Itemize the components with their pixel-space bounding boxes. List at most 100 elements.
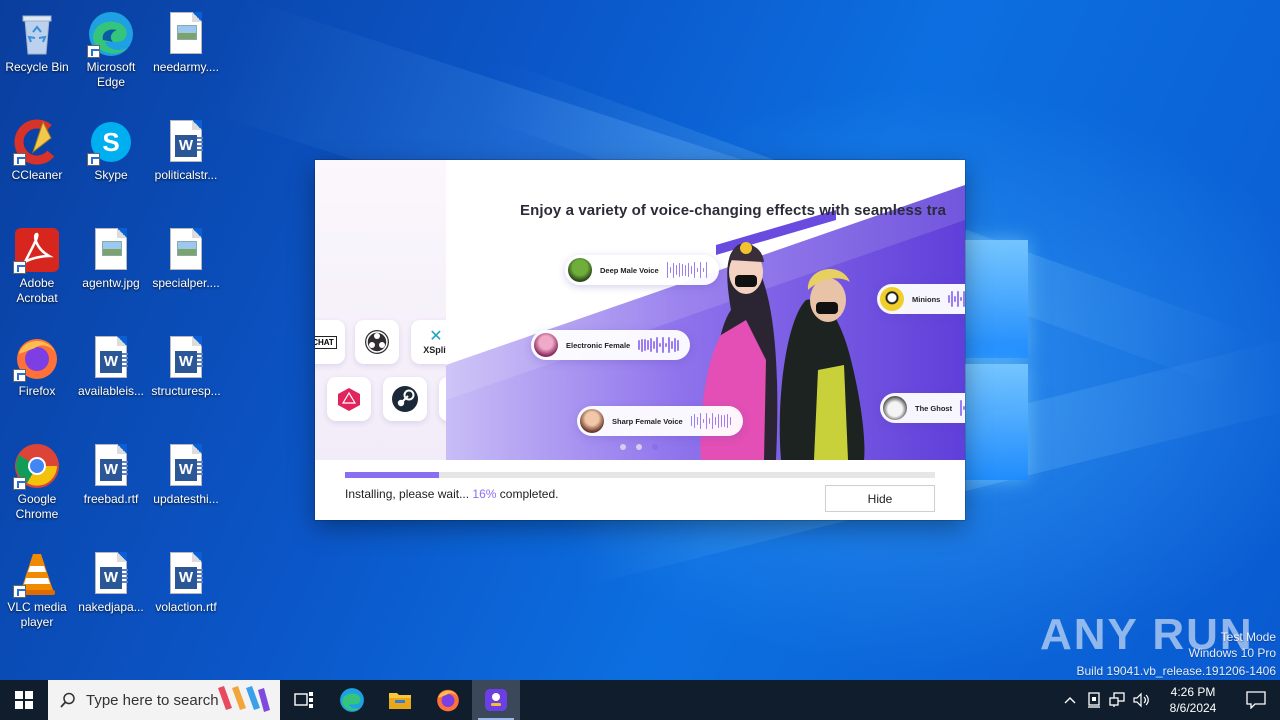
installer-window: CHAT ✕ XSplit [315,160,965,520]
device-icon [1088,692,1100,708]
desktop-icon-structuresp[interactable]: W structuresp... [149,328,223,428]
windows-logo-wallpaper [962,240,1028,480]
search-placeholder: Type here to search [86,691,219,709]
icon-label: Google Chrome [15,492,59,521]
image-file-icon [162,10,210,58]
minion-avatar-icon [880,287,904,311]
waveform-bar [696,267,699,273]
ccleaner-icon [13,118,61,166]
d20-icon [327,377,371,421]
waveform-bar [705,262,708,278]
steam-icon [383,377,427,421]
taskbar-file-explorer[interactable] [376,680,424,720]
carousel-dot[interactable] [636,444,642,450]
status-percent: 16% [472,487,497,501]
waveform-bar [672,262,675,278]
icon-label: updatesthi... [153,492,219,506]
waveform-bar [960,400,962,416]
desktop-icon-updatesthi[interactable]: W updatesthi... [149,436,223,536]
icon-label: Adobe Acrobat [16,276,58,305]
network-icon [1109,692,1125,707]
taskbar-search-box[interactable]: Type here to search [48,680,280,720]
waveform-icon [690,412,733,430]
waveform-bar [729,416,732,426]
os-edition-text: Windows 10 Pro [1188,646,1276,660]
task-view-button[interactable] [280,680,328,720]
carousel-dots [620,444,668,450]
icon-label: VLC media player [7,600,67,629]
waveform-bar [671,340,673,350]
desktop-icon-agentw[interactable]: agentw.jpg [74,220,148,320]
carousel-dot-active[interactable] [652,444,658,450]
firefox-icon [437,689,459,712]
icon-label: needarmy.... [153,60,219,74]
carousel-dot[interactable] [620,444,626,450]
waveform-bar [948,294,950,304]
waveform-icon [638,336,680,354]
waveform-bar [666,262,669,278]
chat-app-label: CHAT [315,335,337,349]
tray-network-button[interactable] [1106,680,1130,720]
vlc-icon [13,550,61,598]
waveform-bar [675,265,678,275]
tray-overflow-button[interactable] [1058,680,1082,720]
waveform-bar [702,267,705,273]
desktop-icon-specialper[interactable]: specialper.... [149,220,223,320]
taskbar-clock[interactable]: 4:26 PM 8/6/2024 [1154,684,1232,716]
waveform-bar [665,342,667,348]
acrobat-icon [13,226,61,274]
waveform-bar [699,413,702,429]
waveform-bar [687,262,690,278]
xsplit-icon: ✕ XSplit [411,320,446,364]
voice-name: Deep Male Voice [600,265,659,275]
build-text: Build 19041.vb_release.191206-1406 [1076,664,1277,678]
word-document-icon: W [162,442,210,490]
waveform-bar [954,296,956,302]
icon-label: Recycle Bin [5,60,69,74]
image-file-icon [162,226,210,274]
action-center-button[interactable] [1232,680,1280,720]
desktop-icon-microsoft-edge[interactable]: Microsoft Edge [74,4,148,104]
search-highlight-icon [218,686,270,712]
icon-label: politicalstr... [154,168,218,182]
icon-label: nakedjapa... [78,600,144,614]
waveform-bar [650,337,652,353]
desktop-icon-recycle-bin[interactable]: Recycle Bin [0,4,74,104]
desktop-icon-needarmy[interactable]: needarmy.... [149,4,223,104]
clock-date: 8/6/2024 [1169,701,1217,715]
desktop-icon-nakedjapa[interactable]: W nakedjapa... [74,544,148,644]
waveform-bar [714,416,717,426]
desktop-icon-politicalstr[interactable]: W politicalstr... [149,112,223,212]
waveform-bar [684,264,687,276]
clock-time: 4:26 PM [1170,685,1216,699]
word-document-icon: W [87,334,135,382]
tray-device-button[interactable] [1082,680,1106,720]
waveform-bar [669,266,672,274]
desktop-icon-freebad[interactable]: W freebad.rtf [74,436,148,536]
icon-label: Firefox [18,384,56,398]
desktop-icon-adobe-acrobat[interactable]: Adobe Acrobat [0,220,74,320]
hide-button[interactable]: Hide [825,485,935,512]
voice-changer-app-icon [485,689,507,711]
edge-icon [87,10,135,58]
waveform-bar [696,417,699,425]
xsplit-label: XSplit [423,345,446,355]
waveform-bar [963,405,965,411]
desktop-icon-google-chrome[interactable]: Google Chrome [0,436,74,536]
icon-label: Microsoft Edge [86,60,136,89]
desktop-icon-ccleaner[interactable]: CCleaner [0,112,74,212]
desktop-icon-vlc[interactable]: VLC media player [0,544,74,644]
taskbar-firefox[interactable] [424,680,472,720]
tray-volume-button[interactable] [1130,680,1154,720]
desktop-icon-volaction[interactable]: W volaction.rtf [149,544,223,644]
anyrun-watermark: ANY RUN Test Mode Windows 10 Pro Build 1… [1040,606,1280,680]
start-button[interactable] [0,680,48,720]
taskbar-installer[interactable] [472,680,520,720]
taskbar-edge[interactable] [328,680,376,720]
desktop-icon-firefox[interactable]: Firefox [0,328,74,428]
progress-fill [345,472,440,478]
desktop-icon-availableis[interactable]: W availableis... [74,328,148,428]
status-prefix: Installing, please wait... [345,487,473,501]
waveform-bar [720,415,723,427]
desktop-icon-skype[interactable]: S Skype [74,112,148,212]
